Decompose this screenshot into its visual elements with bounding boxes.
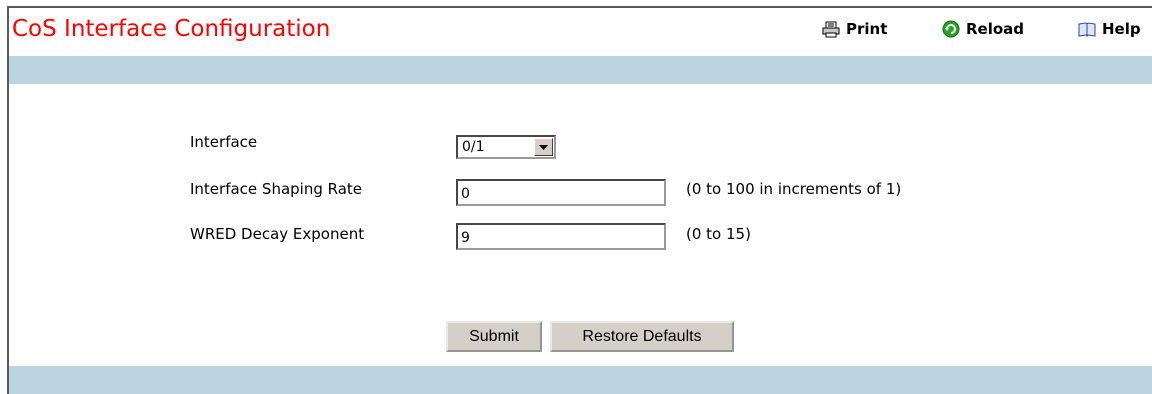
restore-defaults-button[interactable]: Restore Defaults: [550, 321, 734, 352]
reload-label: Reload: [966, 20, 1025, 38]
footer-band: [9, 366, 1152, 394]
page-title: CoS Interface Configuration: [12, 16, 331, 42]
shaping-rate-input[interactable]: [456, 179, 666, 206]
print-link[interactable]: Print: [822, 20, 887, 38]
wred-decay-hint: (0 to 15): [686, 225, 751, 243]
interface-value: 0/1: [462, 139, 485, 155]
reload-link[interactable]: Reload: [942, 20, 1024, 38]
submit-button[interactable]: Submit: [446, 321, 542, 352]
printer-icon: [822, 21, 840, 37]
chevron-down-icon[interactable]: [534, 138, 553, 156]
reload-icon: [942, 20, 960, 38]
print-label: Print: [846, 20, 888, 38]
help-link[interactable]: Help: [1078, 20, 1141, 38]
shaping-rate-label: Interface Shaping Rate: [190, 180, 363, 198]
interface-label: Interface: [190, 133, 258, 151]
content-frame: CoS Interface Configuration Print Reload…: [7, 6, 1152, 394]
wred-decay-label: WRED Decay Exponent: [190, 225, 365, 243]
wred-decay-input[interactable]: [456, 223, 666, 250]
header-band: [9, 56, 1152, 84]
book-icon: [1078, 21, 1096, 37]
interface-select[interactable]: 0/1: [456, 135, 556, 159]
help-label: Help: [1102, 20, 1141, 38]
shaping-rate-hint: (0 to 100 in increments of 1): [686, 180, 902, 198]
